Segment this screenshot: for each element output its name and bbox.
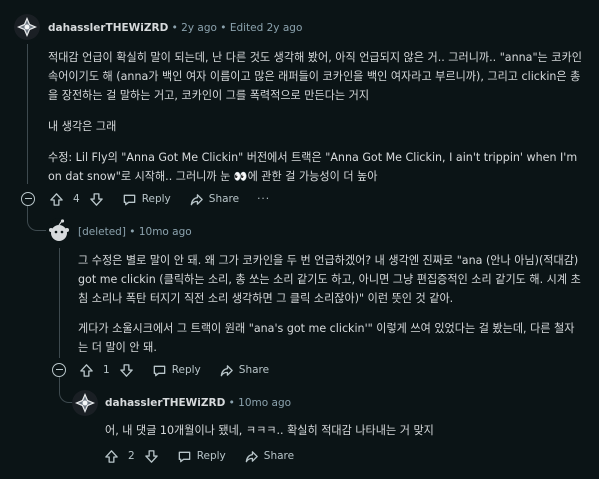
vote-score: 4 (73, 193, 80, 205)
share-icon (245, 450, 258, 462)
comment-body: 내 생각은 그래 (48, 120, 117, 133)
edited-label: Edited 2y ago (229, 22, 303, 34)
author-name: [deleted] (78, 226, 126, 238)
downvote-icon[interactable] (119, 363, 134, 378)
timestamp: 10mo ago (138, 226, 192, 238)
thread-connector (59, 377, 73, 403)
share-button[interactable]: Share (219, 363, 269, 378)
collapse-thread-button[interactable] (21, 192, 35, 206)
thread-line[interactable] (59, 248, 60, 358)
eyes-icon: 👀 (233, 170, 248, 183)
timestamp: 2y ago (181, 22, 217, 34)
reply-label: Reply (196, 450, 226, 462)
vote-group: 1 (79, 363, 134, 378)
reply-icon (153, 365, 165, 376)
author-name[interactable]: dahasslerTHEWiZRD (105, 397, 225, 409)
thread-line[interactable] (27, 44, 28, 184)
vote-score: 1 (103, 364, 110, 376)
comment-body: 게다가 소울시크에서 그 트랙이 원래 "ana's got me clicki… (78, 322, 575, 354)
comment-edit-note: 수정: Lil Fly의 "Anna Got Me Clickin" 버전에서 … (48, 148, 583, 186)
more-options-button[interactable]: ··· (257, 193, 270, 205)
collapse-thread-button[interactable] (52, 363, 66, 377)
share-icon (220, 364, 233, 376)
meta-separator: • (129, 226, 136, 238)
comment-body: 어, 내 댓글 10개월이나 됐네, ㅋㅋㅋ.. 확실히 적대감 나타내는 거 … (105, 424, 434, 437)
comment-actions: 1 Reply Share (79, 359, 269, 381)
more-icon: ··· (257, 193, 271, 205)
share-label: Share (208, 193, 240, 205)
share-icon (190, 193, 203, 205)
edit-note-text: 에 관한 걸 가능성이 더 높아 (247, 170, 378, 183)
comment-meta: [deleted] • 10mo ago (78, 226, 192, 238)
reply-icon (178, 451, 190, 462)
vote-score: 2 (128, 450, 135, 462)
thread-connector (27, 206, 47, 231)
comment-body: 그 수정은 별로 말이 안 돼. 왜 그가 코카인을 두 번 언급하겠어? 내 … (78, 254, 581, 305)
avatar[interactable] (14, 14, 40, 40)
avatar[interactable] (46, 218, 72, 244)
vote-group: 4 (49, 192, 104, 207)
timestamp: 10mo ago (238, 397, 292, 409)
vote-group: 2 (104, 449, 159, 464)
upvote-icon[interactable] (79, 363, 94, 378)
reply-icon (123, 194, 135, 205)
reply-button[interactable]: Reply (177, 449, 226, 464)
upvote-icon[interactable] (49, 192, 64, 207)
comment-actions: 2 Reply Share (104, 445, 294, 467)
share-label: Share (238, 364, 270, 376)
share-label: Share (263, 450, 295, 462)
reply-button[interactable]: Reply (152, 363, 201, 378)
reply-label: Reply (141, 193, 171, 205)
downvote-icon[interactable] (144, 449, 159, 464)
reply-button[interactable]: Reply (122, 192, 171, 207)
comment-meta: dahasslerTHEWiZRD • 2y ago • Edited 2y a… (48, 22, 302, 34)
share-button[interactable]: Share (189, 192, 239, 207)
upvote-icon[interactable] (104, 449, 119, 464)
author-name[interactable]: dahasslerTHEWiZRD (48, 22, 168, 34)
comment-body: 적대감 언급이 확실히 말이 되는데, 난 다른 것도 생각해 봤어, 아직 언… (48, 51, 582, 102)
downvote-icon[interactable] (89, 192, 104, 207)
share-button[interactable]: Share (244, 449, 294, 464)
meta-separator: • (228, 397, 235, 409)
comment-actions: 4 Reply Share ··· (49, 188, 270, 210)
meta-separator: • (220, 22, 227, 34)
avatar[interactable] (72, 390, 98, 416)
meta-separator: • (171, 22, 178, 34)
reply-label: Reply (171, 364, 201, 376)
comment-meta: dahasslerTHEWiZRD • 10mo ago (105, 397, 291, 409)
